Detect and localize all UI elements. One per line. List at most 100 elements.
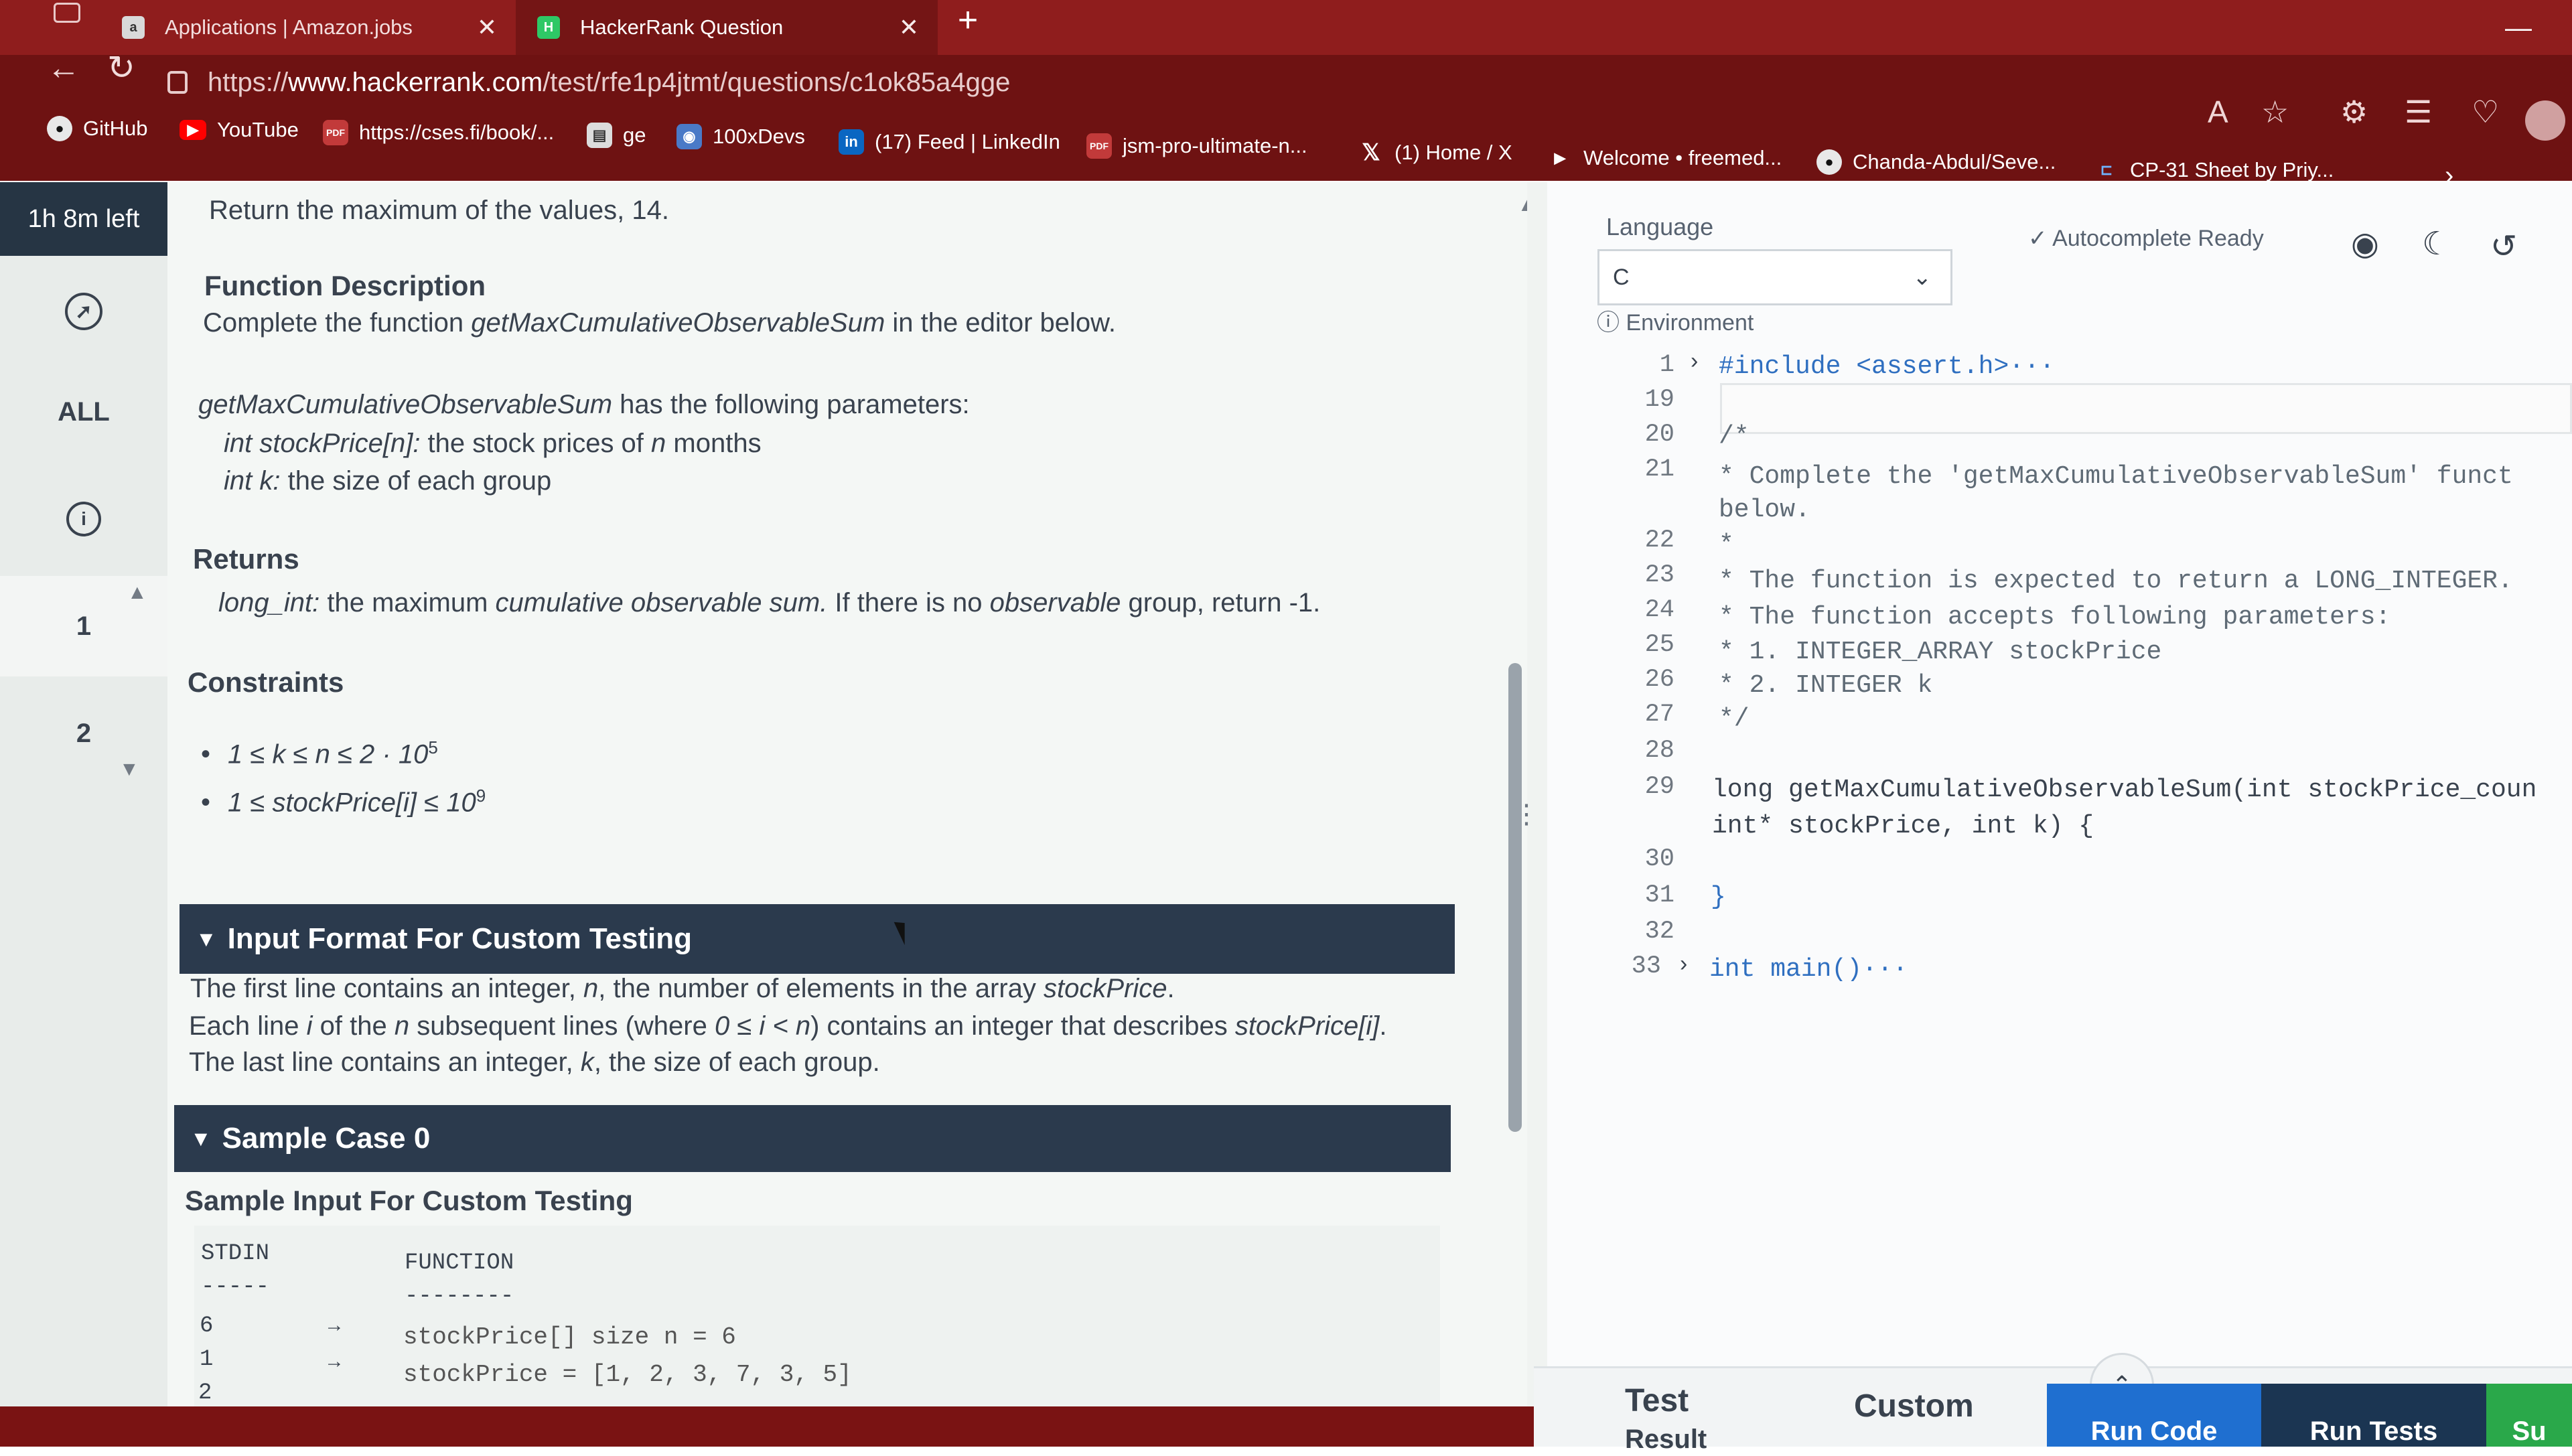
reload-icon[interactable]: ↻ [107,48,135,87]
text-run: ) contains an integer that describes [810,1011,1235,1041]
text-em: stockPrice[i] [1234,1011,1380,1041]
text-run: the stock prices of [420,429,652,458]
tab-label: Applications | Amazon.jobs [165,15,413,39]
fold-chevron-right-icon[interactable]: › [1691,348,1698,374]
minimize-window-icon[interactable]: — [2505,13,2532,44]
text-run: the size of each group [280,466,552,496]
text-run: group, return -1. [1121,588,1321,617]
param-type: int stockPrice[n]: [224,429,421,458]
line-number: 30 [1644,845,1674,873]
read-aloud-icon[interactable]: A [2208,94,2228,130]
autocomplete-status[interactable]: ✓ Autocomplete Ready [2028,225,2264,252]
text-em: i [306,1011,313,1041]
text-em: observable [989,588,1121,617]
dark-mode-moon-icon[interactable]: ☾ [2422,225,2451,263]
close-tab-icon[interactable]: ✕ [477,13,497,42]
code-line[interactable]: * [1719,530,1734,559]
language-value: C [1613,264,1630,290]
history-icon[interactable]: ↺ [2490,228,2517,265]
code-line[interactable]: below. [1719,496,1810,524]
tab-label-sub: Result [1625,1425,1707,1454]
bookmark-x[interactable]: 𝕏 (1) Home / X [1358,138,1512,167]
scrollbar-thumb[interactable] [1508,663,1522,1132]
constraints-heading: Constraints [188,666,344,698]
rail-compass[interactable]: ➚ [0,288,167,335]
rail-all[interactable]: ALL [0,388,167,435]
tab-test-results[interactable]: Test Result [1625,1382,1707,1456]
bookmark-label: (1) Home / X [1395,141,1512,164]
rail-info[interactable]: i [0,496,167,542]
bookmark-jsm[interactable]: PDF jsm-pro-ultimate-n... [1086,131,1307,161]
back-icon[interactable]: ← [47,48,80,87]
code-line[interactable]: * The function is expected to return a L… [1719,567,2513,595]
sample-stdin-value: 1 [200,1347,214,1372]
text-run: the maximum [319,588,496,617]
bookmark-youtube[interactable]: ▶ YouTube [180,115,299,145]
environment-link[interactable]: ⓘ Environment [1597,304,1754,337]
bookmark-100xdevs[interactable]: ◉ 100xDevs [676,122,805,151]
extensions-icon[interactable]: ⚙ [2340,94,2368,130]
constraint-1: 1 ≤ k ≤ n ≤ 2 · 105 [201,737,438,772]
constraint-exponent: 9 [476,786,486,806]
code-line[interactable]: * 1. INTEGER_ARRAY stockPrice [1719,638,2161,666]
favorites-list-icon[interactable]: ☰ [2405,94,2432,130]
app-icon: ◉ [676,124,702,149]
code-line[interactable]: } [1711,883,1726,912]
bookmark-cses[interactable]: PDF https://cses.fi/book/... [323,118,554,147]
bookmark-freemed[interactable]: ▶ Welcome • freemed... [1547,143,1782,173]
question-rail [0,182,167,1447]
browser-tab-amazon[interactable]: a Applications | Amazon.jobs ✕ [100,0,516,55]
browser-tab-hackerrank[interactable]: H HackerRank Question ✕ [516,0,938,55]
code-line[interactable]: int* stockPrice, int k) { [1712,812,2094,841]
code-line[interactable]: * The function accepts following paramet… [1719,603,2390,632]
bookmark-chanda[interactable]: ● Chanda-Abdul/Seve... [1816,147,2056,177]
info-icon: ⓘ [1597,310,1626,336]
rail-scroll-down-icon[interactable]: ▼ [119,758,139,781]
youtube-icon: ▶ [180,120,206,140]
code-line[interactable]: * Complete the 'getMaxCumulativeObservab… [1719,462,2513,491]
sample-input-heading: Sample Input For Custom Testing [185,1185,633,1216]
sample-case-0-toggle[interactable]: ▼ Sample Case 0 [174,1105,1451,1172]
timer: 1h 8m left [0,182,167,256]
bookmark-linkedin[interactable]: in (17) Feed | LinkedIn [839,127,1060,157]
code-line[interactable]: /* [1719,422,1749,451]
url-field[interactable]: https://www.hackerrank.com/test/rfe1p4jt… [167,62,2177,103]
code-line[interactable]: */ [1719,705,1749,733]
bookmark-github[interactable]: ● GitHub [47,114,147,143]
pdf-icon: PDF [323,120,348,145]
bookmark-label: Chanda-Abdul/Seve... [1853,150,2056,173]
text-em: stockPrice [1044,974,1167,1003]
code-line[interactable]: long getMaxCumulativeObservableSum(int s… [1712,776,2537,804]
code-line[interactable]: int main()··· [1709,955,1908,984]
code-line[interactable]: #include <assert.h>··· [1719,352,2055,381]
new-tab-icon[interactable]: + [944,0,991,40]
pane-resize-handle[interactable]: ⋮⋮ [1513,182,1564,1447]
sidebar-toggle-icon[interactable] [54,3,80,23]
health-icon[interactable]: ♡ [2472,94,2499,130]
line-number: 32 [1644,918,1674,946]
close-tab-icon[interactable]: ✕ [899,13,919,42]
x-icon: 𝕏 [1362,140,1380,165]
tab-custom-input[interactable]: Custom [1854,1388,1974,1425]
sample-col-underline: -------- [405,1284,514,1309]
return-type: long_int: [218,588,320,617]
url-prefix: https:// [208,67,289,97]
bookmark-cp31[interactable]: ⊏ CP-31 Sheet by Priy... [2094,155,2334,185]
bookmark-ge[interactable]: ▤ ge [587,121,646,150]
profile-avatar[interactable] [2525,100,2565,141]
run-tests-button[interactable]: Run Tests [2261,1384,2486,1447]
input-format-section-toggle[interactable]: ▼ Input Format For Custom Testing [180,904,1455,974]
language-select[interactable]: C ⌄ [1597,249,1952,305]
line-number: 25 [1644,631,1674,659]
run-code-button[interactable]: Run Code [2047,1384,2261,1447]
preview-eye-icon[interactable]: ◉ [2351,225,2379,263]
favorite-star-icon[interactable]: ☆ [2261,94,2289,130]
submit-button[interactable]: Su [2486,1384,2572,1447]
text-em: cumulative observable sum. [495,588,828,617]
code-line[interactable]: * 2. INTEGER k [1719,671,1932,700]
constraint-text: 1 ≤ k ≤ n ≤ 2 · 10 [228,739,429,770]
fold-chevron-right-icon[interactable]: › [1680,951,1687,977]
rail-question-2[interactable]: 2 [0,683,167,784]
rail-scroll-up-icon[interactable]: ▲ [127,581,147,604]
collapse-triangle-icon: ▼ [190,1126,212,1151]
